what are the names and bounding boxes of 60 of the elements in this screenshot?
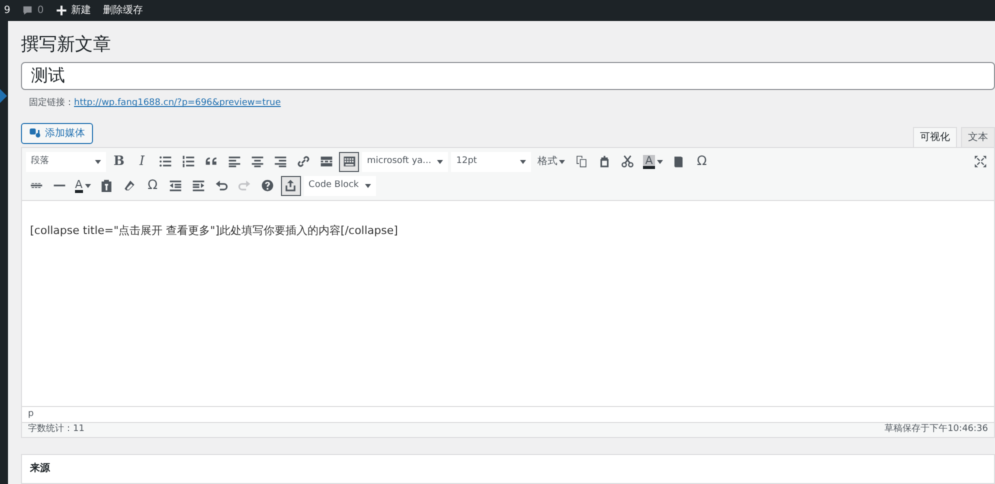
- toolbar-button[interactable]: Ω: [692, 152, 712, 172]
- source-panel-title: 来源: [21, 454, 995, 484]
- editor-tab[interactable]: 文本: [961, 126, 995, 147]
- page-heading: 撰写新文章: [21, 33, 112, 56]
- toolbar-button[interactable]: [280, 176, 301, 196]
- numbered-list-icon: [182, 155, 194, 168]
- caret-icon: [520, 160, 526, 164]
- align-center-icon: [250, 155, 264, 168]
- new-link[interactable]: 新建: [56, 3, 91, 18]
- paste-text-icon: [100, 179, 114, 192]
- text-color-button[interactable]: A: [72, 176, 94, 196]
- link-icon: [296, 155, 310, 168]
- toolbar-button[interactable]: Ω: [142, 176, 163, 196]
- draft-saved-status: 草稿保存于下午10:46:36: [884, 422, 988, 436]
- bulleted-list-icon: [158, 155, 172, 168]
- permalink-link[interactable]: http://wp.fang1688.cn/?p=696&preview=true: [74, 98, 281, 108]
- editor-tab[interactable]: 可视化: [913, 126, 957, 147]
- toolbar-button[interactable]: I: [132, 152, 152, 172]
- caret-icon: [559, 160, 566, 164]
- title-field[interactable]: 测试: [21, 62, 995, 90]
- editor-content[interactable]: [collapse title="点击展开 查看更多"]此处填写你要插入的内容[/collapse]: [22, 200, 994, 406]
- scissors-icon: [620, 155, 634, 168]
- caret-icon: [656, 160, 663, 164]
- help-icon: [261, 179, 274, 192]
- caret-icon: [84, 184, 91, 188]
- current-menu-pointer: [0, 89, 7, 103]
- dropdown[interactable]: microsoft ya...: [362, 152, 448, 172]
- undo-icon: [215, 179, 228, 192]
- dropdown[interactable]: 段落: [26, 152, 106, 172]
- copy-icon: [574, 155, 588, 168]
- plus-icon: [56, 5, 67, 16]
- align-right-icon: [274, 155, 286, 168]
- paste-icon: [598, 155, 611, 168]
- align-left-icon: [228, 155, 240, 168]
- update-count[interactable]: 9: [4, 3, 10, 18]
- fullscreen-icon: [974, 155, 986, 168]
- format-menu[interactable]: 格式: [534, 152, 568, 172]
- media-icon: [29, 127, 41, 140]
- book-icon: [672, 155, 686, 168]
- outdent-icon: [169, 179, 182, 192]
- caret-icon: [364, 184, 371, 188]
- eraser-icon: [123, 179, 136, 192]
- caret-icon: [95, 160, 101, 164]
- upload-icon: [284, 179, 298, 192]
- toolbar-button[interactable]: [339, 152, 359, 172]
- toolbar-toggle-icon: [342, 155, 356, 168]
- text-color-button[interactable]: A: [640, 152, 666, 172]
- dropdown[interactable]: 12pt: [451, 152, 532, 172]
- toolbar-button[interactable]: B: [109, 152, 129, 172]
- indent-icon: [192, 179, 206, 192]
- dropdown[interactable]: Code Block: [304, 176, 376, 196]
- clear-cache-link[interactable]: 删除缓存: [102, 3, 143, 18]
- permalink-text: 固定链接：http://wp.fang1688.cn/?p=696&preview=true: [29, 97, 282, 110]
- caret-icon: [437, 160, 444, 164]
- comment-icon: [22, 5, 34, 16]
- read-more-icon: [320, 155, 332, 168]
- comments-link[interactable]: 0: [22, 3, 44, 18]
- redo-icon: [238, 179, 252, 192]
- word-count: 字数统计：11: [28, 422, 84, 436]
- add-media-button[interactable]: 添加媒体: [21, 122, 93, 144]
